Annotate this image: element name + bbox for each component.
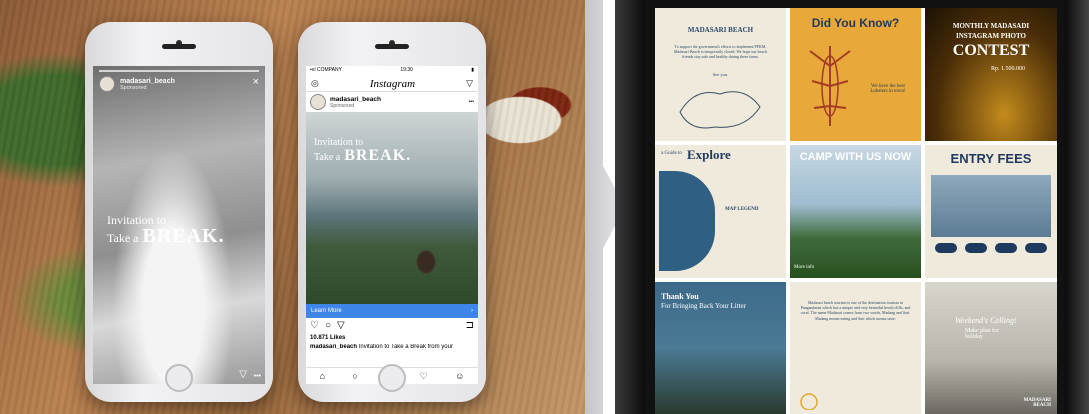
map-sketch-icon (679, 91, 761, 129)
chevron-right-icon: › (471, 308, 473, 314)
story-screen: madasari_beach Sponsored × Invitation to… (93, 66, 265, 384)
direct-message-icon[interactable]: ▽ (466, 78, 473, 89)
status-time: 19:30 (400, 67, 413, 73)
story-account-name: madasari_beach (120, 77, 175, 85)
heart-icon[interactable]: ♡ (310, 320, 319, 331)
story-headline-line2: Take a (107, 231, 139, 245)
tile-small: a Guide to (661, 151, 682, 156)
fee-badges (935, 243, 1047, 253)
tile-logo: MADASARI BEACH (1023, 398, 1052, 408)
speaker-grille (375, 44, 409, 49)
grid-tile-did-you-know[interactable]: Did You Know? We have the best Lobsters … (790, 8, 921, 141)
post-image[interactable]: Invitation to Take a BREAK. (306, 112, 478, 304)
grid-tile-thank-you[interactable]: Thank You For Bringing Back Your Litter (655, 282, 786, 414)
tile-more: More info (794, 265, 815, 270)
home-button (165, 364, 193, 392)
fee-badge (995, 243, 1017, 253)
bookmark-icon[interactable]: ⊐ (466, 320, 474, 331)
status-carrier: •ııl COMPANY (310, 67, 342, 73)
tile-line1: Weekend's Calling! (955, 316, 1017, 325)
instagram-profile-grid: MADASARI BEACH To support the government… (655, 8, 1057, 414)
tile-title: Did You Know? (811, 16, 900, 30)
tile-line1: MONTHLY MADASADI (952, 22, 1030, 30)
tile-line2: For Bringing Back Your Litter (661, 302, 746, 310)
battery-icon: ▮ (471, 67, 474, 73)
close-icon[interactable]: × (253, 76, 259, 88)
tile-text: To support the government's efforts to i… (673, 44, 767, 60)
camera-icon[interactable]: ◎ (311, 78, 319, 89)
post-actions: ♡ ○ ▽ ⊐ (310, 320, 474, 331)
post-caption: madasari_beach Invitation to Take a Brea… (310, 344, 474, 350)
more-icon[interactable]: ••• (469, 99, 474, 105)
speaker-grille (162, 44, 196, 49)
fee-badge (935, 243, 957, 253)
tile-logo: MADASARI BEACH (687, 26, 754, 34)
search-icon[interactable]: ○ (352, 371, 357, 381)
post-headline-big: BREAK. (344, 147, 412, 164)
comment-icon[interactable]: ○ (325, 320, 331, 331)
grid-tile-entry-fees[interactable]: ENTRY FEES (925, 145, 1057, 278)
post-headline-line2: Take a (314, 152, 341, 163)
caption-text: Invitation to Take a Break from your (357, 344, 453, 350)
grid-tile-photo-contest[interactable]: MONTHLY MADASADI INSTAGRAM PHOTO CONTEST… (925, 8, 1057, 141)
profile-icon[interactable]: ☺ (455, 371, 464, 381)
fee-badge (965, 243, 987, 253)
sun-icon (800, 393, 818, 410)
phone-feed-mockup: •ııl COMPANY 19:30 ▮ ◎ Instagram ▽ madas… (298, 22, 486, 402)
learn-more-button[interactable]: Learn More › (306, 304, 478, 318)
fee-badge (1025, 243, 1047, 253)
grid-tile-weekend[interactable]: Weekend's Calling! Make plan for holiday… (925, 282, 1057, 414)
more-icon[interactable]: ••• (254, 373, 261, 380)
status-bar: •ııl COMPANY 19:30 ▮ (306, 66, 478, 76)
grid-tile-explore[interactable]: a Guide to Explore MAP LEGEND (655, 145, 786, 278)
grid-tile-camp[interactable]: CAMP WITH US NOW More info (790, 145, 921, 278)
coast-map (659, 171, 715, 271)
home-button (378, 364, 406, 392)
tile-prize: Rp. 1.500.000 (991, 66, 1026, 72)
phone-bezel-right (1065, 0, 1089, 414)
story-headline: Invitation to Take a BREAK. (107, 214, 225, 246)
tile-line2: INSTAGRAM PHOTO (956, 32, 1026, 40)
post-header: madasari_beach Sponsored ••• (310, 93, 474, 111)
story-account[interactable]: madasari_beach Sponsored (99, 76, 175, 92)
post-sponsored-label: Sponsored (330, 102, 355, 109)
phone-story-mockup: madasari_beach Sponsored × Invitation to… (85, 22, 273, 402)
likes-count[interactable]: 10.871 Likes (310, 335, 345, 341)
home-icon[interactable]: ⌂ (320, 371, 325, 381)
tile-signoff: See you. (712, 72, 729, 77)
tile-line2: Make plan for holiday (965, 328, 999, 340)
tile-legend: MAP LEGEND (725, 207, 759, 212)
grid-tile-about[interactable]: Madasari beach tourism is one of the des… (790, 282, 921, 414)
story-progress-bar (99, 70, 259, 72)
avatar (99, 76, 115, 92)
grid-tile-closure[interactable]: MADASARI BEACH To support the government… (655, 8, 786, 141)
tile-title: Explore (687, 147, 731, 162)
story-headline-big: BREAK. (142, 225, 225, 247)
tile-title: ENTRY FEES (950, 151, 1032, 166)
tile-title: CAMP WITH US NOW (799, 151, 912, 163)
share-icon[interactable]: ▽ (337, 320, 345, 331)
instagram-top-bar: ◎ Instagram ▽ (306, 76, 478, 92)
tile-text: Madasari beach tourism is one of the des… (800, 300, 911, 321)
instagram-logo: Instagram (369, 77, 416, 90)
tile-line1: Thank You (661, 292, 699, 301)
mockup-background: madasari_beach Sponsored × Invitation to… (0, 0, 588, 414)
send-icon[interactable]: ▽ (239, 369, 247, 380)
post-headline: Invitation to Take a BREAK. (314, 138, 411, 164)
tile-line3: CONTEST (952, 42, 1030, 59)
feed-screen: •ııl COMPANY 19:30 ▮ ◎ Instagram ▽ madas… (306, 66, 478, 384)
lobster-icon (809, 46, 851, 126)
tile-photo (931, 175, 1051, 237)
avatar[interactable] (310, 94, 326, 110)
learn-more-label: Learn More (311, 308, 342, 314)
post-account-name[interactable]: madasari_beach (330, 96, 465, 103)
phone-grid-mockup: MADASARI BEACH To support the government… (615, 0, 1089, 414)
tile-note: We have the best Lobsters in town! (870, 84, 906, 94)
caption-user[interactable]: madasari_beach (310, 344, 357, 350)
activity-icon[interactable]: ♡ (420, 371, 428, 382)
phone-bezel-left (615, 0, 645, 414)
story-sponsored-label: Sponsored (120, 84, 147, 91)
